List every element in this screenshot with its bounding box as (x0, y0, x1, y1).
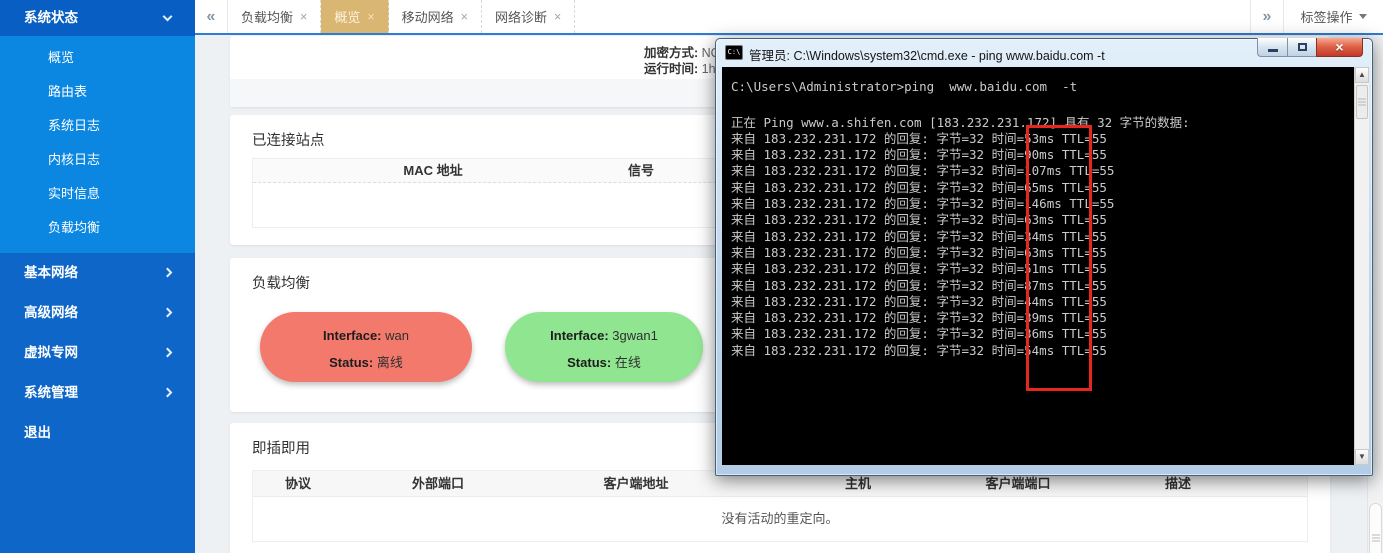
window-title: 管理员: C:\Windows\system32\cmd.exe - ping … (749, 45, 1105, 64)
console-scrollbar[interactable]: ▲ ▼ (1354, 67, 1369, 465)
close-icon[interactable]: × (461, 10, 468, 24)
status-label: Status: (567, 355, 611, 370)
badge-interface-row: Interface: wan (260, 328, 472, 343)
badge-status-row: Status: 离线 (260, 352, 472, 371)
section-title: 已连接站点 (252, 129, 325, 150)
sidebar-item-label: 系统管理 (24, 385, 78, 400)
empty-table-message: 没有活动的重定向。 (253, 497, 1307, 541)
tab-label: 概览 (334, 7, 360, 26)
tab-overview[interactable]: 概览 × (321, 0, 388, 33)
interface-value: wan (385, 328, 409, 343)
column-header-client-address: 客户端地址 (603, 471, 668, 497)
interface-value: 3gwan1 (612, 328, 658, 343)
wan-status-badge: Interface: wan Status: 离线 (260, 312, 472, 382)
console-scrollbar-thumb[interactable] (1356, 85, 1368, 119)
ping-time-highlight-box (1026, 125, 1092, 391)
tab-network-diagnostics[interactable]: 网络诊断 × (482, 0, 575, 33)
column-header-external-port: 外部端口 (412, 471, 464, 497)
window-buttons: × (1257, 38, 1363, 57)
sidebar-submenu: 概览 路由表 系统日志 内核日志 实时信息 负载均衡 (0, 36, 195, 253)
console-line: C:\Users\Administrator>ping www.baidu.co… (731, 79, 1356, 95)
sidebar-item-system-management[interactable]: 系统管理 (0, 373, 195, 413)
tab-actions-button[interactable]: 标签操作 (1283, 0, 1383, 33)
cmd-icon: C:\ (725, 45, 743, 60)
tab-label: 负载均衡 (241, 7, 293, 26)
scroll-down-button[interactable]: ▼ (1355, 449, 1369, 465)
sidebar-item-overview[interactable]: 概览 (0, 41, 195, 75)
close-icon[interactable]: × (300, 10, 307, 24)
badge-status-row: Status: 在线 (505, 352, 703, 371)
tab-actions-label: 标签操作 (1300, 7, 1352, 26)
console-output: C:\Users\Administrator>ping www.baidu.co… (722, 67, 1356, 465)
interface-label: Interface: (550, 328, 609, 343)
sidebar-item-system-status[interactable]: 系统状态 (0, 0, 195, 36)
3gwan1-status-badge: Interface: 3gwan1 Status: 在线 (505, 312, 703, 382)
chevron-right-icon (163, 268, 173, 278)
tab-load-balance[interactable]: 负载均衡 × (228, 0, 321, 33)
scroll-up-button[interactable]: ▲ (1355, 67, 1369, 83)
sidebar-item-label: 虚拟专网 (24, 345, 78, 360)
scroll-tabs-left-button[interactable]: « (195, 0, 228, 33)
sidebar-item-realtime-info[interactable]: 实时信息 (0, 177, 195, 211)
close-icon: × (1335, 39, 1343, 55)
interface-label: Interface: (323, 328, 382, 343)
restore-button[interactable] (1287, 38, 1316, 57)
grip-icon (1372, 535, 1380, 542)
section-title: 即插即用 (252, 437, 310, 458)
sidebar-item-label: 退出 (24, 425, 51, 440)
grip-icon (1358, 99, 1366, 106)
sidebar-item-label: 系统状态 (24, 10, 78, 25)
close-icon[interactable]: × (367, 10, 374, 24)
column-header-protocol: 协议 (285, 471, 311, 497)
chevron-right-icon (163, 348, 173, 358)
sidebar-item-advanced-network[interactable]: 高级网络 (0, 293, 195, 333)
status-label: Status: (329, 355, 373, 370)
console-line (731, 95, 1356, 111)
section-title: 负载均衡 (252, 272, 310, 293)
tab-label: 网络诊断 (495, 7, 547, 26)
minimize-icon (1268, 49, 1278, 52)
tab-mobile-network[interactable]: 移动网络 × (389, 0, 482, 33)
sidebar-item-kernel-log[interactable]: 内核日志 (0, 143, 195, 177)
sidebar-item-basic-network[interactable]: 基本网络 (0, 253, 195, 293)
page-scrollbar-thumb[interactable] (1369, 503, 1382, 553)
sidebar: 系统状态 概览 路由表 系统日志 内核日志 实时信息 负载均衡 基本网络 高级网… (0, 0, 195, 553)
upnp-table: 协议 外部端口 客户端地址 主机 客户端端口 描述 没有活动的重定向。 (252, 470, 1308, 542)
badge-interface-row: Interface: 3gwan1 (505, 328, 703, 343)
tab-bar: « 负载均衡 × 概览 × 移动网络 × 网络诊断 × » 标签操作 (195, 0, 1383, 35)
sidebar-item-label: 基本网络 (24, 265, 78, 280)
router-admin-page: 系统状态 概览 路由表 系统日志 内核日志 实时信息 负载均衡 基本网络 高级网… (0, 0, 1383, 553)
column-header-signal: 信号 (628, 159, 654, 183)
sidebar-item-system-log[interactable]: 系统日志 (0, 109, 195, 143)
column-header-mac: MAC 地址 (403, 159, 462, 183)
caret-down-icon (1359, 14, 1367, 19)
restore-icon (1298, 43, 1307, 51)
uptime-value: 1h (702, 62, 716, 76)
uptime-row: 运行时间: 1h (644, 58, 716, 77)
chevron-right-icon (163, 388, 173, 398)
chevron-down-icon (163, 12, 173, 22)
cmd-window: C:\ 管理员: C:\Windows\system32\cmd.exe - p… (715, 38, 1373, 476)
scroll-tabs-right-button[interactable]: » (1250, 0, 1283, 33)
close-icon[interactable]: × (554, 10, 561, 24)
sidebar-item-vpn[interactable]: 虚拟专网 (0, 333, 195, 373)
tab-bar-right-controls: » 标签操作 (1250, 0, 1383, 33)
status-value: 离线 (377, 355, 403, 370)
status-value: 在线 (615, 355, 641, 370)
chevron-right-icon (163, 308, 173, 318)
close-button[interactable]: × (1316, 38, 1363, 57)
sidebar-item-logout[interactable]: 退出 (0, 413, 195, 453)
tab-label: 移动网络 (402, 7, 454, 26)
uptime-label: 运行时间: (644, 62, 698, 76)
sidebar-item-load-balance[interactable]: 负载均衡 (0, 211, 195, 245)
sidebar-item-label: 高级网络 (24, 305, 78, 320)
sidebar-item-routing-table[interactable]: 路由表 (0, 75, 195, 109)
minimize-button[interactable] (1257, 38, 1287, 57)
